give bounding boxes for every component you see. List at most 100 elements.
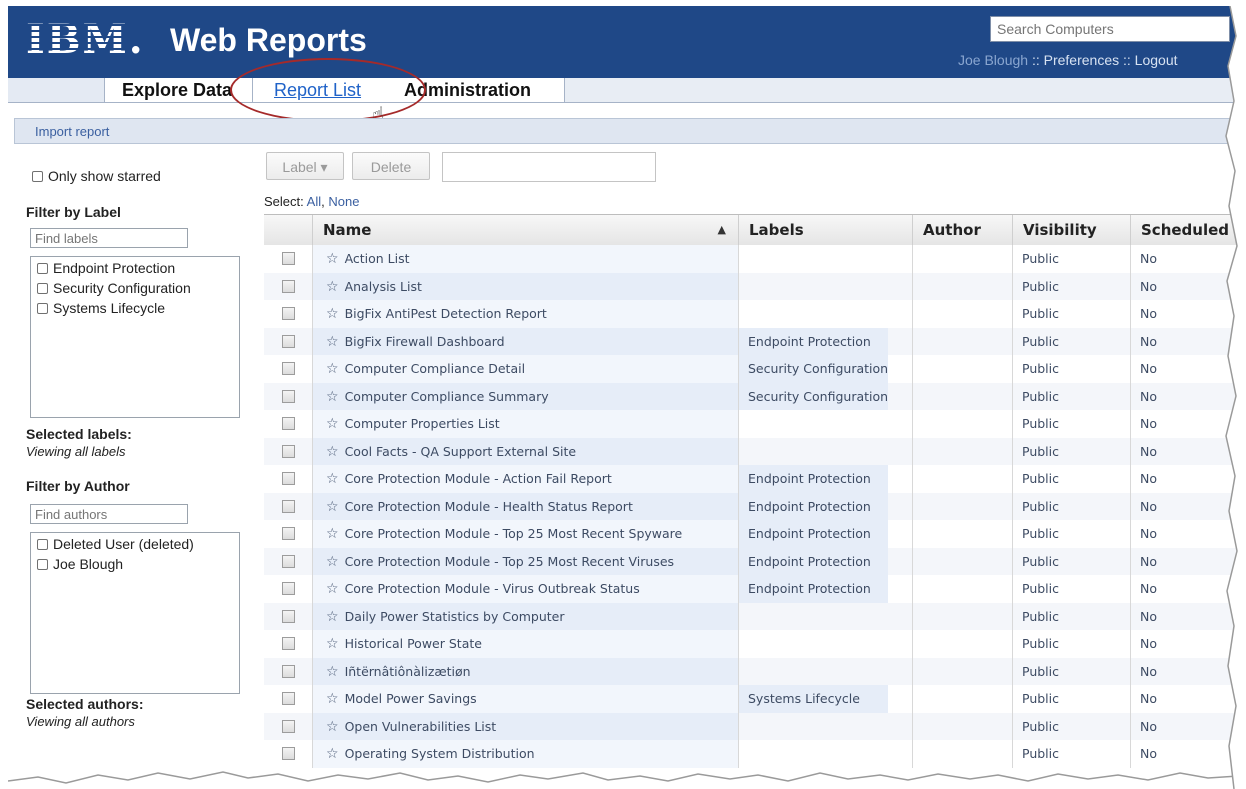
table-row[interactable]: ☆ Core Protection Module - Action Fail Re… [264,465,1246,493]
delete-button[interactable]: Delete [352,152,430,180]
report-name-cell[interactable]: ☆ Computer Compliance Detail [326,355,736,383]
report-name[interactable]: Core Protection Module - Virus Outbreak … [345,581,640,596]
star-icon[interactable]: ☆ [326,361,339,377]
star-icon[interactable]: ☆ [326,581,339,597]
select-all-link[interactable]: All [307,194,321,209]
report-name-cell[interactable]: ☆ Computer Compliance Summary [326,383,736,411]
label-checkbox[interactable] [37,303,48,314]
star-icon[interactable]: ☆ [326,416,339,432]
star-icon[interactable]: ☆ [326,251,339,267]
row-checkbox[interactable] [282,444,295,458]
report-name[interactable]: Iñtërnâtiônàlizætiøn [345,664,471,679]
row-checkbox[interactable] [282,527,295,540]
table-row[interactable]: ☆ Core Protection Module - Virus Outbreak… [264,575,1246,603]
star-icon[interactable]: ☆ [326,554,339,570]
table-row[interactable]: ☆ Computer Properties List Public No [264,410,1246,438]
toolbar-text-field[interactable] [442,152,656,182]
label-checkbox[interactable] [37,283,48,294]
label-option[interactable]: Security Configuration [37,277,239,299]
logout-link[interactable]: Logout [1135,52,1178,68]
user-name[interactable]: Joe Blough [958,52,1028,68]
column-labels-header[interactable]: Labels [738,215,912,245]
report-name-cell[interactable]: ☆ Core Protection Module - Top 25 Most Re… [326,548,736,576]
row-checkbox[interactable] [282,362,295,375]
table-row[interactable]: ☆ Iñtërnâtiônàlizætiøn Public No [264,657,1246,685]
row-checkbox[interactable] [282,719,295,733]
table-row[interactable]: ☆ Model Power Savings Systems Lifecycle Pub… [264,685,1246,713]
report-name[interactable]: Computer Compliance Detail [345,361,526,376]
table-row[interactable]: ☆ Daily Power Statistics by Computer Publi… [264,602,1246,630]
table-row[interactable]: ☆ Analysis List Public No [264,272,1246,301]
star-icon[interactable]: ☆ [326,306,339,322]
column-visibility-header[interactable]: Visibility [1012,215,1130,245]
row-checkbox[interactable] [282,389,295,403]
star-icon[interactable]: ☆ [326,609,339,625]
star-icon[interactable]: ☆ [326,746,339,762]
report-name[interactable]: Core Protection Module - Health Status R… [345,499,633,514]
report-name[interactable]: Cool Facts - QA Support External Site [345,444,577,459]
search-computers-input[interactable] [990,16,1230,42]
only-starred-filter[interactable]: Only show starred [32,168,161,184]
table-row[interactable]: ☆ Historical Power State Public No [264,630,1246,658]
report-name[interactable]: Computer Properties List [345,416,500,431]
star-icon[interactable]: ☆ [326,334,339,350]
row-checkbox[interactable] [282,417,295,430]
table-row[interactable]: ☆ Core Protection Module - Top 25 Most Re… [264,520,1246,548]
find-labels-input[interactable] [30,228,188,248]
report-name-cell[interactable]: ☆ Core Protection Module - Health Status … [326,493,736,521]
row-checkbox[interactable] [282,252,295,265]
author-option[interactable]: Joe Blough [37,553,239,575]
report-name[interactable]: BigFix AntiPest Detection Report [345,306,547,321]
report-name[interactable]: Historical Power State [345,636,482,651]
row-checkbox[interactable] [282,692,295,705]
row-checkbox[interactable] [282,747,295,760]
table-row[interactable]: ☆ Cool Facts - QA Support External Site Pu… [264,437,1246,465]
author-checkbox[interactable] [37,559,48,570]
report-name[interactable]: BigFix Firewall Dashboard [345,334,505,349]
star-icon[interactable]: ☆ [326,471,339,487]
import-report-link[interactable]: Import report [35,124,109,139]
report-name-cell[interactable]: ☆ BigFix AntiPest Detection Report [326,300,736,328]
row-checkbox[interactable] [282,472,295,485]
star-icon[interactable]: ☆ [326,526,339,542]
author-checkbox[interactable] [37,539,48,550]
table-row[interactable]: ☆ Core Protection Module - Health Status … [264,492,1246,521]
star-icon[interactable]: ☆ [326,279,339,295]
select-none-link[interactable]: None [328,194,359,209]
star-icon[interactable]: ☆ [326,691,339,707]
author-option[interactable]: Deleted User (deleted) [37,533,239,555]
report-name[interactable]: Operating System Distribution [345,746,535,761]
table-row[interactable]: ☆ BigFix Firewall Dashboard Endpoint Prote… [264,327,1246,356]
row-checkbox[interactable] [282,279,295,293]
report-name[interactable]: Computer Compliance Summary [345,389,549,404]
report-name-cell[interactable]: ☆ Open Vulnerabilities List [326,713,736,741]
table-row[interactable]: ☆ Action List Public No [264,245,1246,273]
report-name[interactable]: Daily Power Statistics by Computer [345,609,565,624]
find-authors-input[interactable] [30,504,188,524]
column-name-header[interactable]: Name ▲ [312,215,738,245]
row-checkbox[interactable] [282,582,295,595]
only-starred-checkbox[interactable] [32,171,43,182]
report-name-cell[interactable]: ☆ BigFix Firewall Dashboard [326,328,736,356]
row-checkbox[interactable] [282,664,295,678]
report-name[interactable]: Model Power Savings [345,691,477,706]
label-option[interactable]: Endpoint Protection [37,257,239,279]
report-name[interactable]: Analysis List [345,279,422,294]
row-checkbox[interactable] [282,609,295,623]
tab-explore-data[interactable]: Explore Data [114,78,240,102]
table-row[interactable]: ☆ Computer Compliance Summary Security Con… [264,382,1246,411]
preferences-link[interactable]: Preferences [1044,52,1119,68]
table-row[interactable]: ☆ BigFix AntiPest Detection Report Public N… [264,300,1246,328]
report-name-cell[interactable]: ☆ Model Power Savings [326,685,736,713]
star-icon[interactable]: ☆ [326,719,339,735]
report-name[interactable]: Open Vulnerabilities List [345,719,497,734]
star-icon[interactable]: ☆ [326,389,339,405]
row-checkbox[interactable] [282,554,295,568]
star-icon[interactable]: ☆ [326,664,339,680]
label-option[interactable]: Systems Lifecycle [37,297,239,319]
table-row[interactable]: ☆ Computer Compliance Detail Security Conf… [264,355,1246,383]
row-checkbox[interactable] [282,307,295,320]
row-checkbox[interactable] [282,637,295,650]
report-name-cell[interactable]: ☆ Analysis List [326,273,736,301]
report-name-cell[interactable]: ☆ Computer Properties List [326,410,736,438]
